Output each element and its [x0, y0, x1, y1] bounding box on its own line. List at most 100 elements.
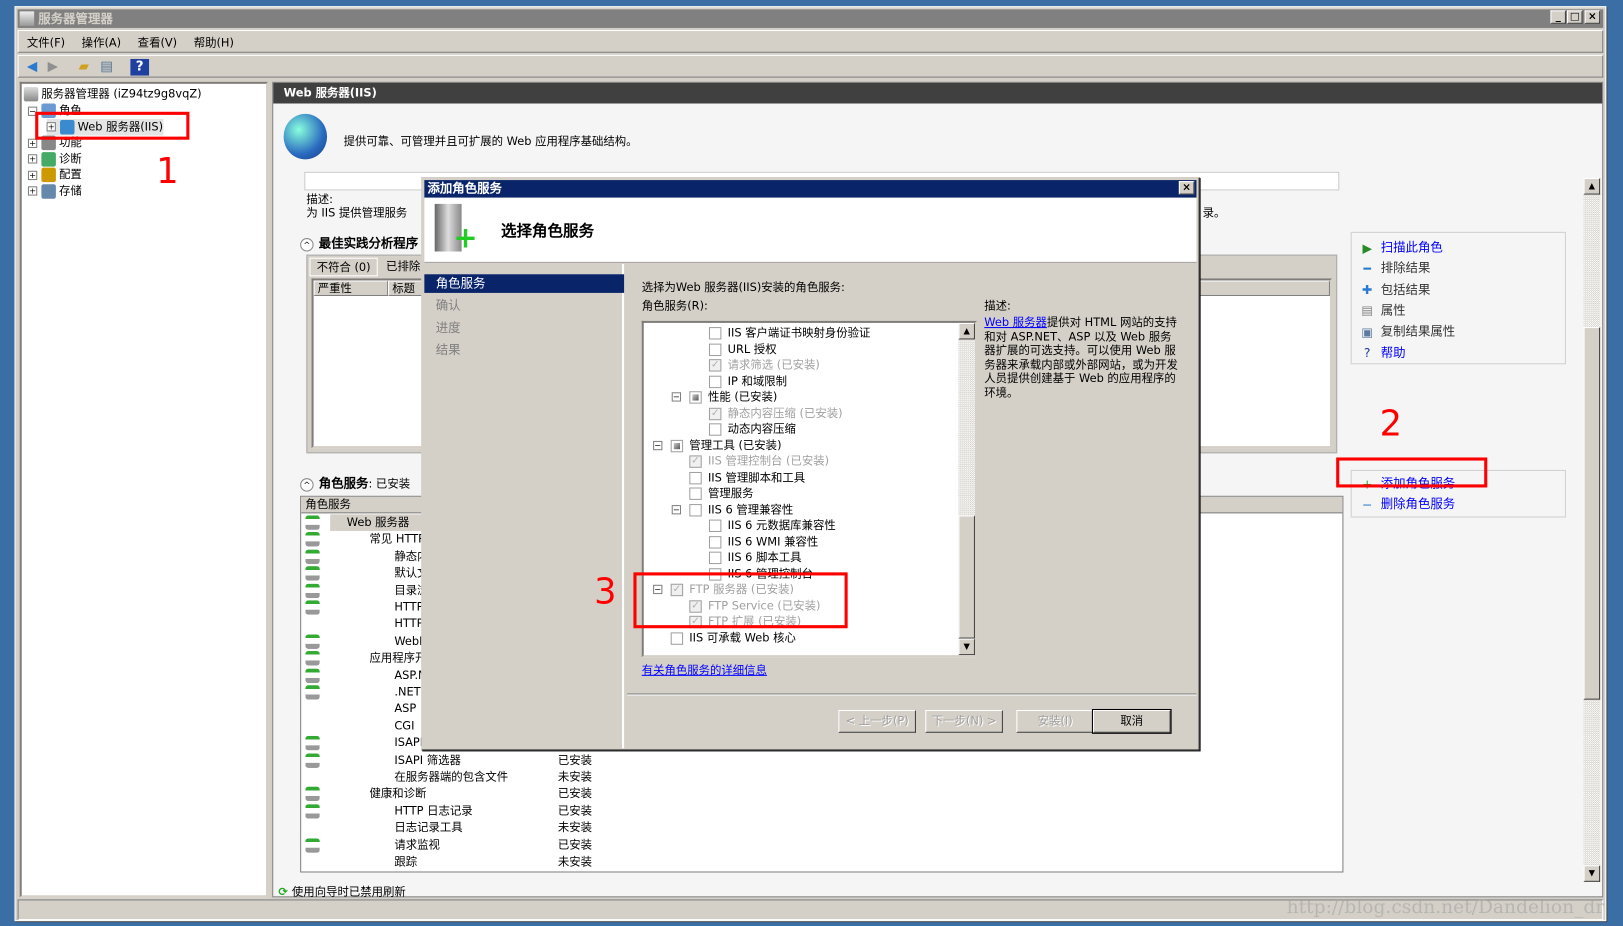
list-scrollbar[interactable]: ▲ ▼	[958, 322, 975, 656]
tree-root[interactable]: 服务器管理器 (iZ94tz9g8vqZ)	[23, 86, 202, 103]
checkbox[interactable]	[670, 439, 684, 452]
role-services-section-header[interactable]: ^ 角色服务: 已安装	[300, 474, 410, 492]
menu-view[interactable]: 查看(V)	[129, 31, 185, 51]
role-service-option[interactable]: 管理服务	[689, 485, 753, 501]
web-server-link[interactable]: Web 服务器	[984, 316, 1047, 329]
dialog-close-button[interactable]: ×	[1178, 181, 1195, 195]
more-info-link[interactable]: 有关角色服务的详细信息	[642, 661, 767, 678]
table-row[interactable]: 日志记录工具 未安装	[301, 820, 1342, 837]
checkbox[interactable]: ✓	[708, 407, 722, 420]
option-label: 动态内容压缩	[727, 422, 796, 436]
checkbox[interactable]	[708, 375, 722, 388]
scroll-up-button[interactable]: ▲	[958, 322, 975, 340]
col-severity[interactable]: 严重性	[313, 280, 389, 297]
expand-icon[interactable]: +	[27, 170, 38, 180]
scroll-down-button[interactable]: ▼	[958, 638, 975, 656]
wizard-step[interactable]: 角色服务	[424, 274, 625, 293]
back-arrow-icon[interactable]: ◀	[23, 59, 42, 76]
table-row[interactable]: HTTP 日志记录 已安装	[301, 803, 1342, 820]
next-button[interactable]: 下一步(N) >	[925, 710, 1003, 733]
action-1[interactable]: ━ 排除结果	[1360, 258, 1430, 279]
minimize-button[interactable]: _	[1550, 10, 1566, 24]
role-service-option[interactable]: ✓ 请求筛选 (已安装)	[708, 357, 820, 373]
tree-item[interactable]: + 配置	[27, 167, 82, 184]
expand-icon[interactable]: +	[27, 186, 38, 196]
checkbox[interactable]	[708, 327, 722, 340]
menu-help[interactable]: 帮助(H)	[185, 31, 242, 51]
checkbox[interactable]: ✓	[708, 359, 722, 372]
role-service-option[interactable]: URL 授权	[708, 341, 777, 357]
collapse-icon[interactable]: −	[653, 440, 663, 450]
table-row[interactable]: 跟踪 未安装	[301, 854, 1342, 871]
menu-action[interactable]: 操作(A)	[73, 31, 129, 51]
main-scrollbar[interactable]: ▲ ▼	[1583, 178, 1601, 882]
role-service-option[interactable]: 动态内容压缩	[708, 421, 796, 437]
expand-icon[interactable]: +	[27, 154, 38, 164]
role-service-option[interactable]: IIS 管理脚本和工具	[689, 469, 805, 485]
checkbox[interactable]	[689, 471, 702, 484]
role-service-option[interactable]: IIS 可承载 Web 核心	[670, 630, 796, 646]
role-service-option[interactable]: 管理工具 (已安装)	[670, 437, 782, 453]
scroll-up-button[interactable]: ▲	[1583, 178, 1601, 195]
table-row[interactable]: 健康和诊断 已安装	[301, 786, 1342, 803]
role-service-option[interactable]: IIS 6 管理兼容性	[689, 501, 793, 517]
action-3[interactable]: ▤ 属性	[1360, 300, 1405, 321]
scroll-down-button[interactable]: ▼	[1583, 865, 1601, 882]
checkbox[interactable]	[708, 535, 722, 549]
maximize-button[interactable]: □	[1566, 10, 1583, 24]
help-icon[interactable]: ?	[130, 58, 150, 76]
checkbox[interactable]	[708, 343, 722, 356]
action-5[interactable]: ? 帮助	[1360, 342, 1406, 363]
cancel-button[interactable]: 取消	[1091, 708, 1172, 734]
checkbox[interactable]	[708, 519, 722, 532]
dialog-prompt: 选择为Web 服务器(IIS)安装的角色服务:	[641, 280, 845, 294]
role-service-option[interactable]: IIS 6 WMI 兼容性	[708, 534, 818, 550]
wizard-step[interactable]: 确认	[424, 296, 624, 315]
collapse-icon[interactable]: ^	[300, 477, 314, 492]
wizard-step[interactable]: 结果	[424, 340, 624, 359]
collapse-icon[interactable]: −	[671, 392, 682, 402]
tab-noncompliant[interactable]: 不符合 (0)	[309, 257, 378, 277]
checkbox[interactable]	[689, 391, 702, 404]
table-row[interactable]: ISAPI 筛选器 已安装	[301, 752, 1342, 769]
scroll-thumb[interactable]	[958, 515, 975, 639]
close-button[interactable]: ×	[1584, 10, 1601, 24]
up-folder-icon[interactable]: ▰	[75, 59, 94, 76]
role-service-option[interactable]: IIS 客户端证书映射身份验证	[708, 325, 870, 341]
role-service-option[interactable]: ✓ 静态内容压缩 (已安装)	[708, 405, 843, 421]
checkbox[interactable]	[708, 423, 722, 436]
checkbox[interactable]	[689, 487, 702, 500]
bpa-section-header[interactable]: ^ 最佳实践分析程序	[300, 234, 418, 252]
action-label: 复制结果属性	[1380, 324, 1456, 339]
table-row[interactable]: 自定义日志记录 未安装	[301, 871, 1342, 872]
collapse-icon[interactable]: −	[671, 504, 682, 514]
checkbox[interactable]: ✓	[689, 455, 702, 468]
tab-excluded[interactable]: 已排除	[382, 258, 424, 277]
bpa-actions-pane: ▶ 扫描此角色 ━ 排除结果 ✚ 包括结果 ▤ 属性 ▣ 复制结果属性? 帮助	[1350, 231, 1566, 365]
prev-button[interactable]: < 上一步(P)	[838, 710, 916, 733]
role-service-option[interactable]: ✓ IIS 管理控制台 (已安装)	[689, 453, 829, 469]
forward-arrow-icon[interactable]: ▶	[43, 59, 62, 76]
installed-icon	[305, 668, 320, 683]
table-row[interactable]: 在服务器端的包含文件 未安装	[301, 769, 1342, 786]
action-4[interactable]: ▣ 复制结果属性	[1360, 321, 1455, 342]
table-row[interactable]: 请求监视 已安装	[301, 837, 1342, 854]
install-button[interactable]: 安装(I)	[1016, 710, 1094, 733]
role-service-option[interactable]: 性能 (已安装)	[689, 389, 777, 405]
action-2[interactable]: ✚ 包括结果	[1360, 279, 1430, 300]
checkbox[interactable]	[670, 631, 684, 645]
tree-item[interactable]: + 存储	[27, 183, 82, 200]
collapse-icon[interactable]: ^	[300, 237, 314, 251]
action-0[interactable]: ▶ 扫描此角色	[1360, 237, 1442, 258]
menu-file[interactable]: 文件(F)	[19, 31, 74, 51]
role-service-option[interactable]: IIS 6 脚本工具	[708, 550, 802, 566]
show-hide-tree-icon[interactable]: ▤	[97, 59, 116, 76]
remove-role-services-link[interactable]: − 删除角色服务	[1360, 494, 1455, 515]
checkbox[interactable]	[708, 551, 722, 565]
role-service-option[interactable]: IP 和域限制	[708, 373, 787, 389]
scroll-thumb[interactable]	[1583, 327, 1601, 700]
checkbox[interactable]	[689, 503, 702, 516]
role-service-option[interactable]: IIS 6 元数据库兼容性	[708, 518, 836, 534]
wizard-step[interactable]: 进度	[424, 318, 624, 337]
tree-item[interactable]: + 诊断	[27, 151, 82, 168]
